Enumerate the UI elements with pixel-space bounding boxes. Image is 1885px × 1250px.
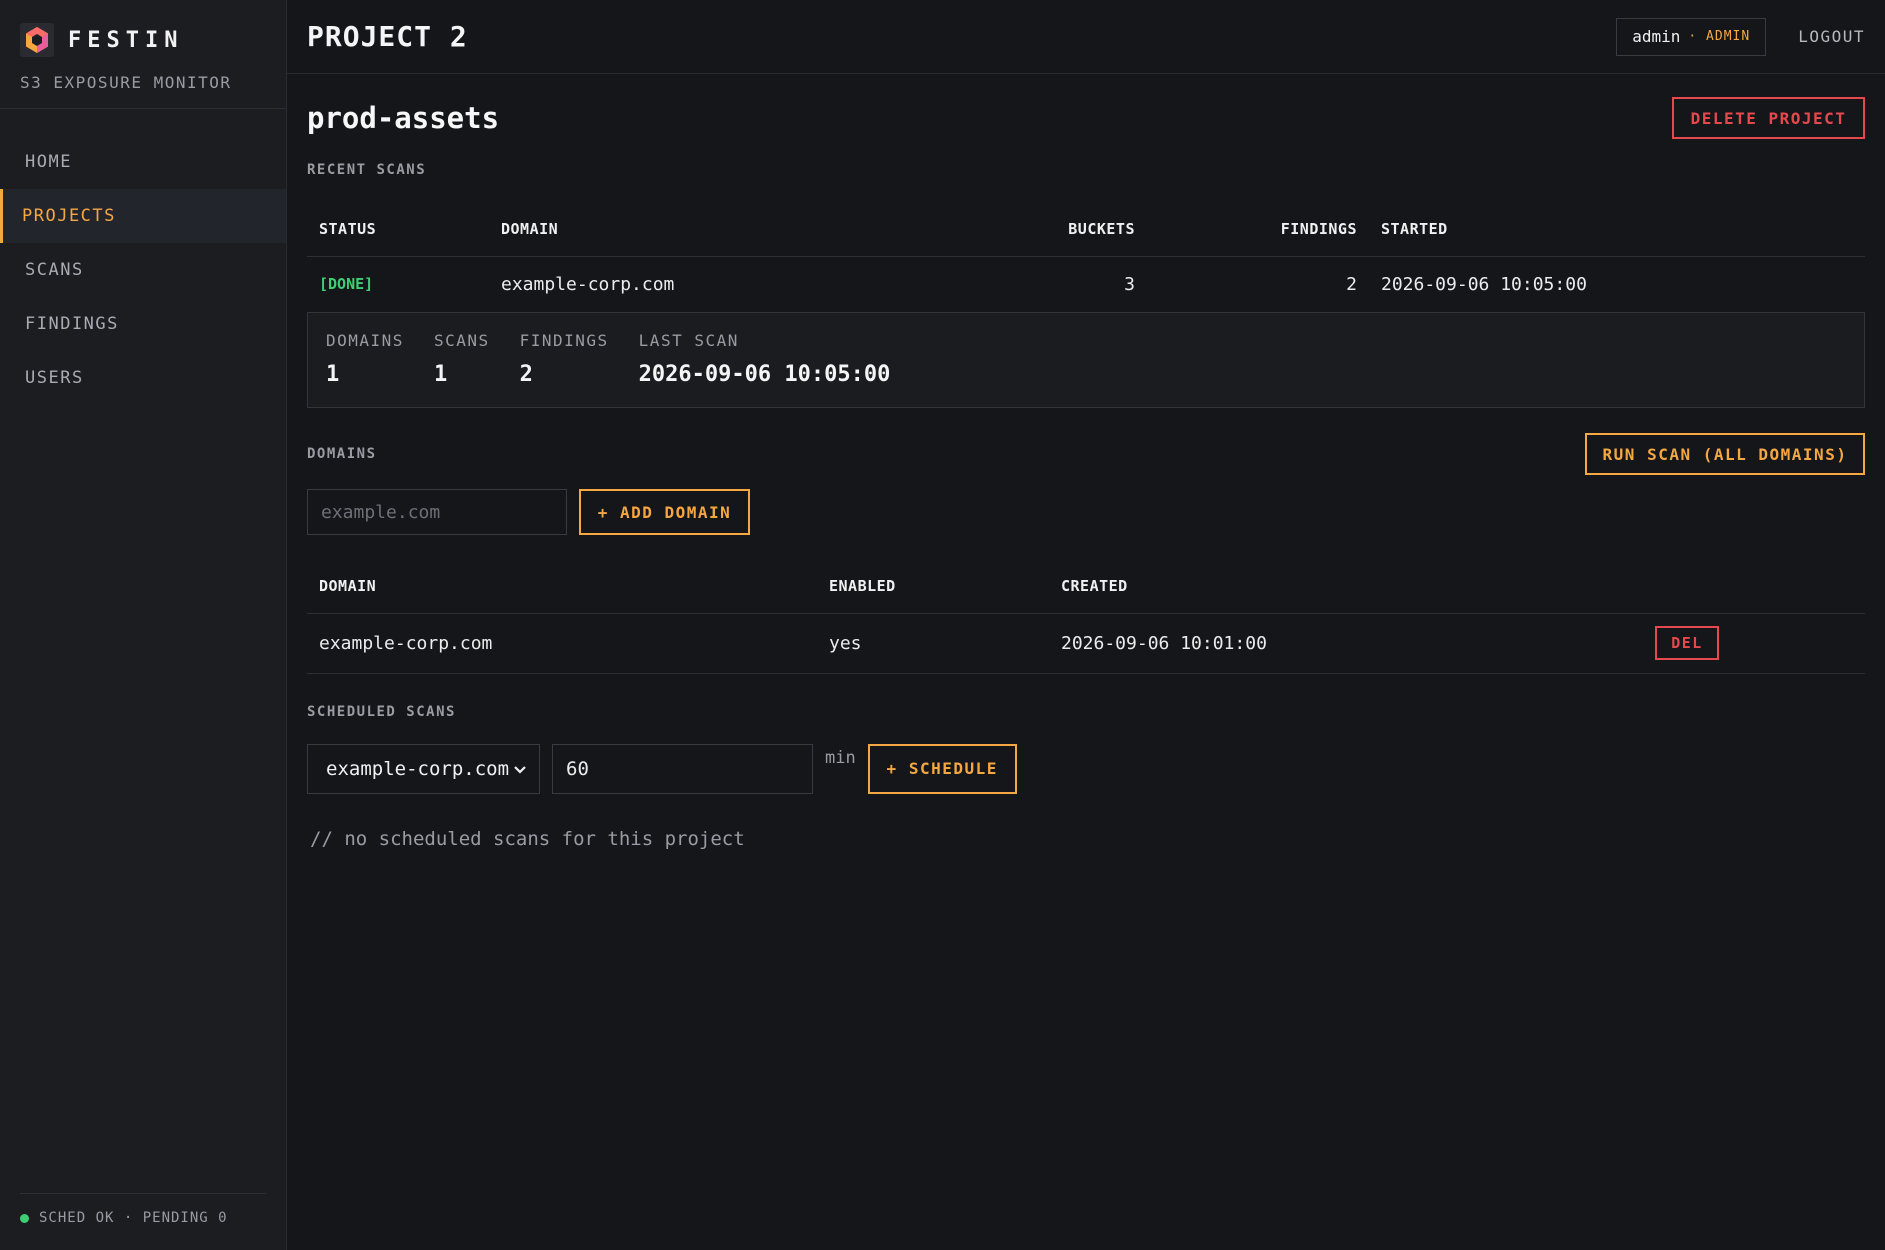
- festin-logo-icon: [20, 23, 54, 57]
- user-role-badge: · ADMIN: [1688, 29, 1751, 44]
- user-name: admin: [1632, 27, 1681, 46]
- table-header-row: STATUS DOMAIN BUCKETS FINDINGS STARTED: [307, 202, 1865, 256]
- delete-domain-button[interactable]: DEL: [1655, 626, 1719, 660]
- brand-subtitle: S3 EXPOSURE MONITOR: [20, 73, 232, 92]
- stat-last-scan: LAST SCAN 2026-09-06 10:05:00: [638, 331, 891, 387]
- brand-name: FESTIN: [68, 27, 184, 53]
- project-header: prod-assets DELETE PROJECT: [307, 74, 1865, 162]
- domains-header: DOMAINS RUN SCAN (ALL DOMAINS): [307, 433, 1865, 475]
- col-domain: DOMAIN: [319, 576, 377, 595]
- sidebar-nav: HOME PROJECTS SCANS FINDINGS USERS: [0, 135, 286, 405]
- schedule-form: example-corp.com min + SCHEDULE: [307, 743, 1865, 794]
- table-row[interactable]: [DONE] example-corp.com 3 2 2026-09-06 1…: [307, 256, 1865, 312]
- brand: FESTIN S3 EXPOSURE MONITOR: [0, 0, 286, 109]
- col-findings: FINDINGS: [1280, 219, 1357, 238]
- domains-label: DOMAINS: [307, 446, 377, 462]
- project-name: prod-assets: [307, 101, 500, 135]
- add-domain-button[interactable]: + ADD DOMAIN: [579, 489, 750, 535]
- col-started: STARTED: [1381, 219, 1448, 238]
- stat-scans: SCANS 1: [433, 331, 490, 387]
- stat-findings: FINDINGS 2: [519, 331, 609, 387]
- logout-link[interactable]: LOGOUT: [1798, 27, 1865, 46]
- domains-table: DOMAIN ENABLED CREATED example-corp.com …: [307, 559, 1865, 674]
- col-status: STATUS: [319, 219, 377, 238]
- scheduled-scans-label: SCHEDULED SCANS: [307, 703, 456, 720]
- interval-unit-label: min: [825, 747, 856, 768]
- scheduler-status-text: SCHED OK · PENDING 0: [39, 1210, 228, 1226]
- col-domain: DOMAIN: [501, 219, 559, 238]
- schedule-domain-select[interactable]: example-corp.com: [307, 743, 540, 794]
- project-stats-panel: DOMAINS 1 SCANS 1 FINDINGS 2 LAST SCAN 2…: [307, 312, 1865, 408]
- sidebar-item-scans[interactable]: SCANS: [0, 243, 286, 297]
- scan-findings: 2: [1346, 273, 1357, 295]
- scheduler-status: SCHED OK · PENDING 0: [20, 1193, 266, 1226]
- empty-schedules-note: // no scheduled scans for this project: [310, 827, 745, 850]
- sidebar-item-findings[interactable]: FINDINGS: [0, 297, 286, 351]
- sidebar-item-projects[interactable]: PROJECTS: [0, 189, 286, 243]
- col-actions: [1643, 559, 1865, 613]
- recent-scans-table: STATUS DOMAIN BUCKETS FINDINGS STARTED […: [307, 202, 1865, 312]
- col-buckets: BUCKETS: [1068, 219, 1135, 238]
- page-title: PROJECT 2: [307, 20, 468, 53]
- user-chip[interactable]: admin · ADMIN: [1616, 17, 1767, 56]
- app-root: FESTIN S3 EXPOSURE MONITOR HOME PROJECTS…: [0, 0, 1885, 1250]
- chevron-down-icon: [513, 758, 527, 780]
- add-domain-form: + ADD DOMAIN: [307, 489, 1865, 535]
- col-enabled: ENABLED: [829, 576, 896, 595]
- interval-input[interactable]: [552, 743, 813, 794]
- scan-started: 2026-09-06 10:05:00: [1381, 273, 1587, 295]
- delete-project-button[interactable]: DELETE PROJECT: [1672, 97, 1865, 139]
- sidebar-item-users[interactable]: USERS: [0, 351, 286, 405]
- domain-name: example-corp.com: [319, 632, 493, 654]
- stat-domains: DOMAINS 1: [326, 331, 404, 387]
- main-content: PROJECT 2 admin · ADMIN LOGOUT prod-asse…: [287, 0, 1885, 1250]
- scan-status-badge: [DONE]: [319, 275, 374, 294]
- domain-created: 2026-09-06 10:01:00: [1061, 632, 1267, 654]
- sidebar: FESTIN S3 EXPOSURE MONITOR HOME PROJECTS…: [0, 0, 287, 1250]
- sidebar-item-home[interactable]: HOME: [0, 135, 286, 189]
- domain-enabled: yes: [829, 632, 862, 654]
- topbar: PROJECT 2 admin · ADMIN LOGOUT: [287, 0, 1885, 74]
- table-header-row: DOMAIN ENABLED CREATED: [307, 559, 1865, 613]
- table-row: example-corp.com yes 2026-09-06 10:01:00…: [307, 613, 1865, 673]
- scan-buckets: 3: [1124, 273, 1135, 295]
- col-created: CREATED: [1061, 576, 1128, 595]
- scan-domain: example-corp.com: [501, 273, 675, 295]
- add-schedule-button[interactable]: + SCHEDULE: [867, 743, 1017, 794]
- recent-scans-label: RECENT SCANS: [307, 162, 427, 178]
- selected-domain: example-corp.com: [326, 757, 510, 780]
- run-scan-button[interactable]: RUN SCAN (ALL DOMAINS): [1585, 433, 1865, 475]
- domain-input[interactable]: [307, 489, 567, 535]
- status-dot-icon: [20, 1213, 29, 1223]
